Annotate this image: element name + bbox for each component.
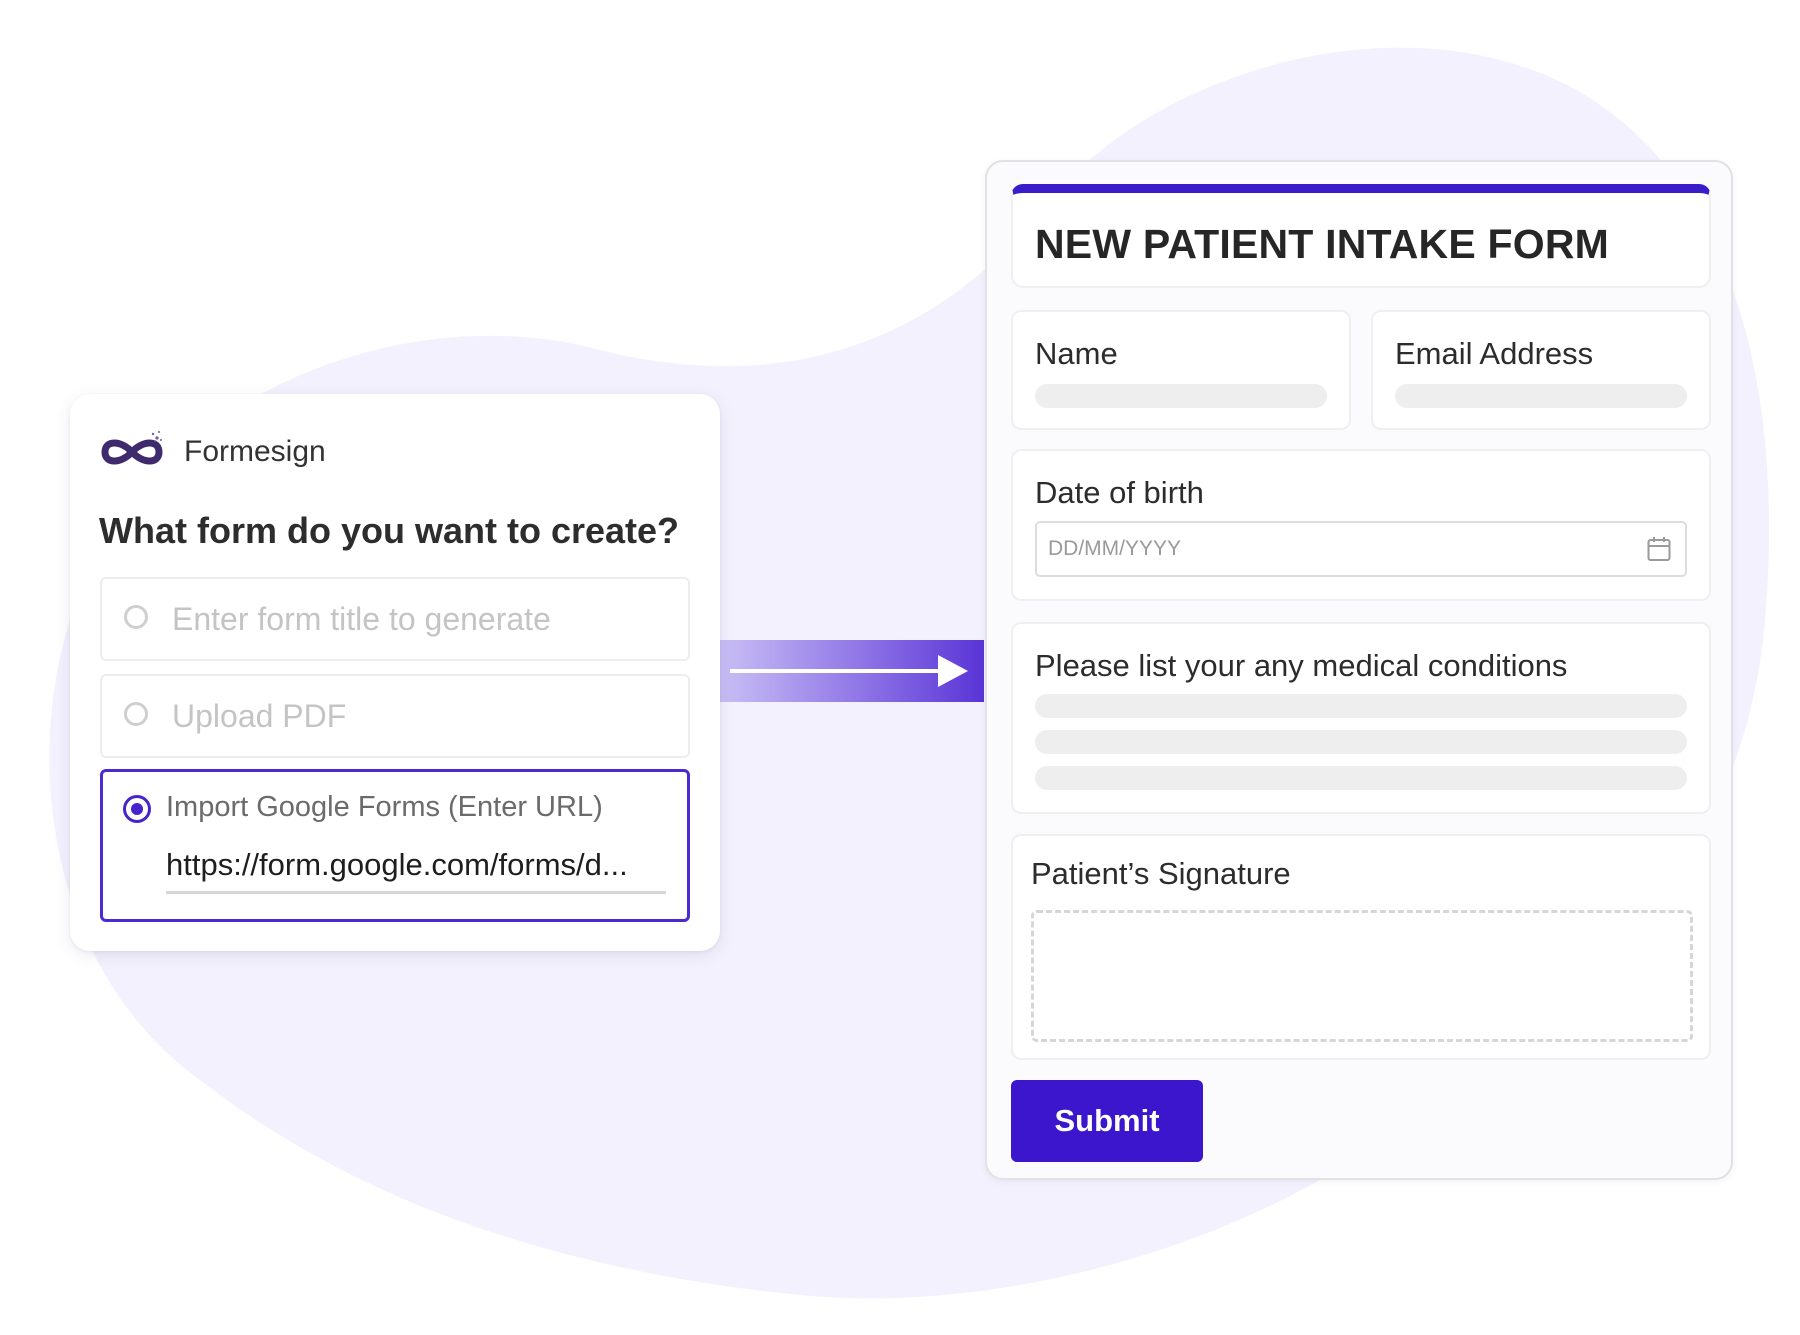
radio-icon[interactable] — [124, 605, 148, 629]
calendar-icon[interactable] — [1647, 536, 1671, 562]
date-of-birth-field: Date of birth DD/MM/YYYY — [1011, 449, 1711, 601]
signature-field: Patient’s Signature — [1011, 834, 1711, 1060]
url-value: https://form.google.com/forms/d... — [166, 847, 628, 882]
conversion-arrow — [720, 640, 984, 702]
textarea-line-2[interactable] — [1035, 730, 1687, 754]
option-upload-pdf[interactable]: Upload PDF — [100, 674, 690, 758]
google-forms-url-input[interactable]: https://form.google.com/forms/d... — [166, 847, 666, 894]
submit-button[interactable]: Submit — [1011, 1080, 1203, 1162]
medical-label: Please list your any medical conditions — [1035, 648, 1568, 683]
brand: Formesign — [99, 428, 326, 476]
signature-label: Patient’s Signature — [1031, 856, 1291, 891]
arrow-right-icon — [938, 655, 968, 687]
textarea-line-3[interactable] — [1035, 766, 1687, 790]
medical-conditions-field: Please list your any medical conditions — [1011, 622, 1711, 814]
name-input-placeholder[interactable] — [1035, 384, 1327, 408]
textarea-line-1[interactable] — [1035, 694, 1687, 718]
option-label: Enter form title to generate — [172, 601, 551, 637]
name-label: Name — [1035, 336, 1118, 371]
radio-icon[interactable] — [124, 702, 148, 726]
date-input[interactable]: DD/MM/YYYY — [1035, 521, 1687, 577]
form-title: NEW PATIENT INTAKE FORM — [1035, 221, 1609, 267]
dob-label: Date of birth — [1035, 475, 1204, 510]
date-placeholder: DD/MM/YYYY — [1048, 537, 1182, 560]
option-import-google-forms[interactable]: Import Google Forms (Enter URL) https://… — [100, 769, 690, 922]
form-title-card: NEW PATIENT INTAKE FORM — [1011, 184, 1711, 288]
arrow-shaft — [730, 669, 950, 673]
name-field: Name — [1011, 310, 1351, 430]
signature-pad[interactable] — [1031, 910, 1693, 1042]
email-input-placeholder[interactable] — [1395, 384, 1687, 408]
email-label: Email Address — [1395, 336, 1594, 371]
option-generate-from-title[interactable]: Enter form title to generate — [100, 577, 690, 661]
radio-selected-icon[interactable] — [123, 795, 151, 823]
option-label: Upload PDF — [172, 698, 347, 734]
option-label: Import Google Forms (Enter URL) — [166, 791, 603, 823]
page-title: What form do you want to create? — [99, 510, 680, 551]
email-field: Email Address — [1371, 310, 1711, 430]
form-generator-card: Formesign What form do you want to creat… — [70, 394, 720, 951]
brand-name: Formesign — [184, 435, 326, 468]
generated-form-panel: NEW PATIENT INTAKE FORM Name Email Addre… — [985, 160, 1733, 1180]
formesign-logo-icon — [101, 431, 163, 465]
